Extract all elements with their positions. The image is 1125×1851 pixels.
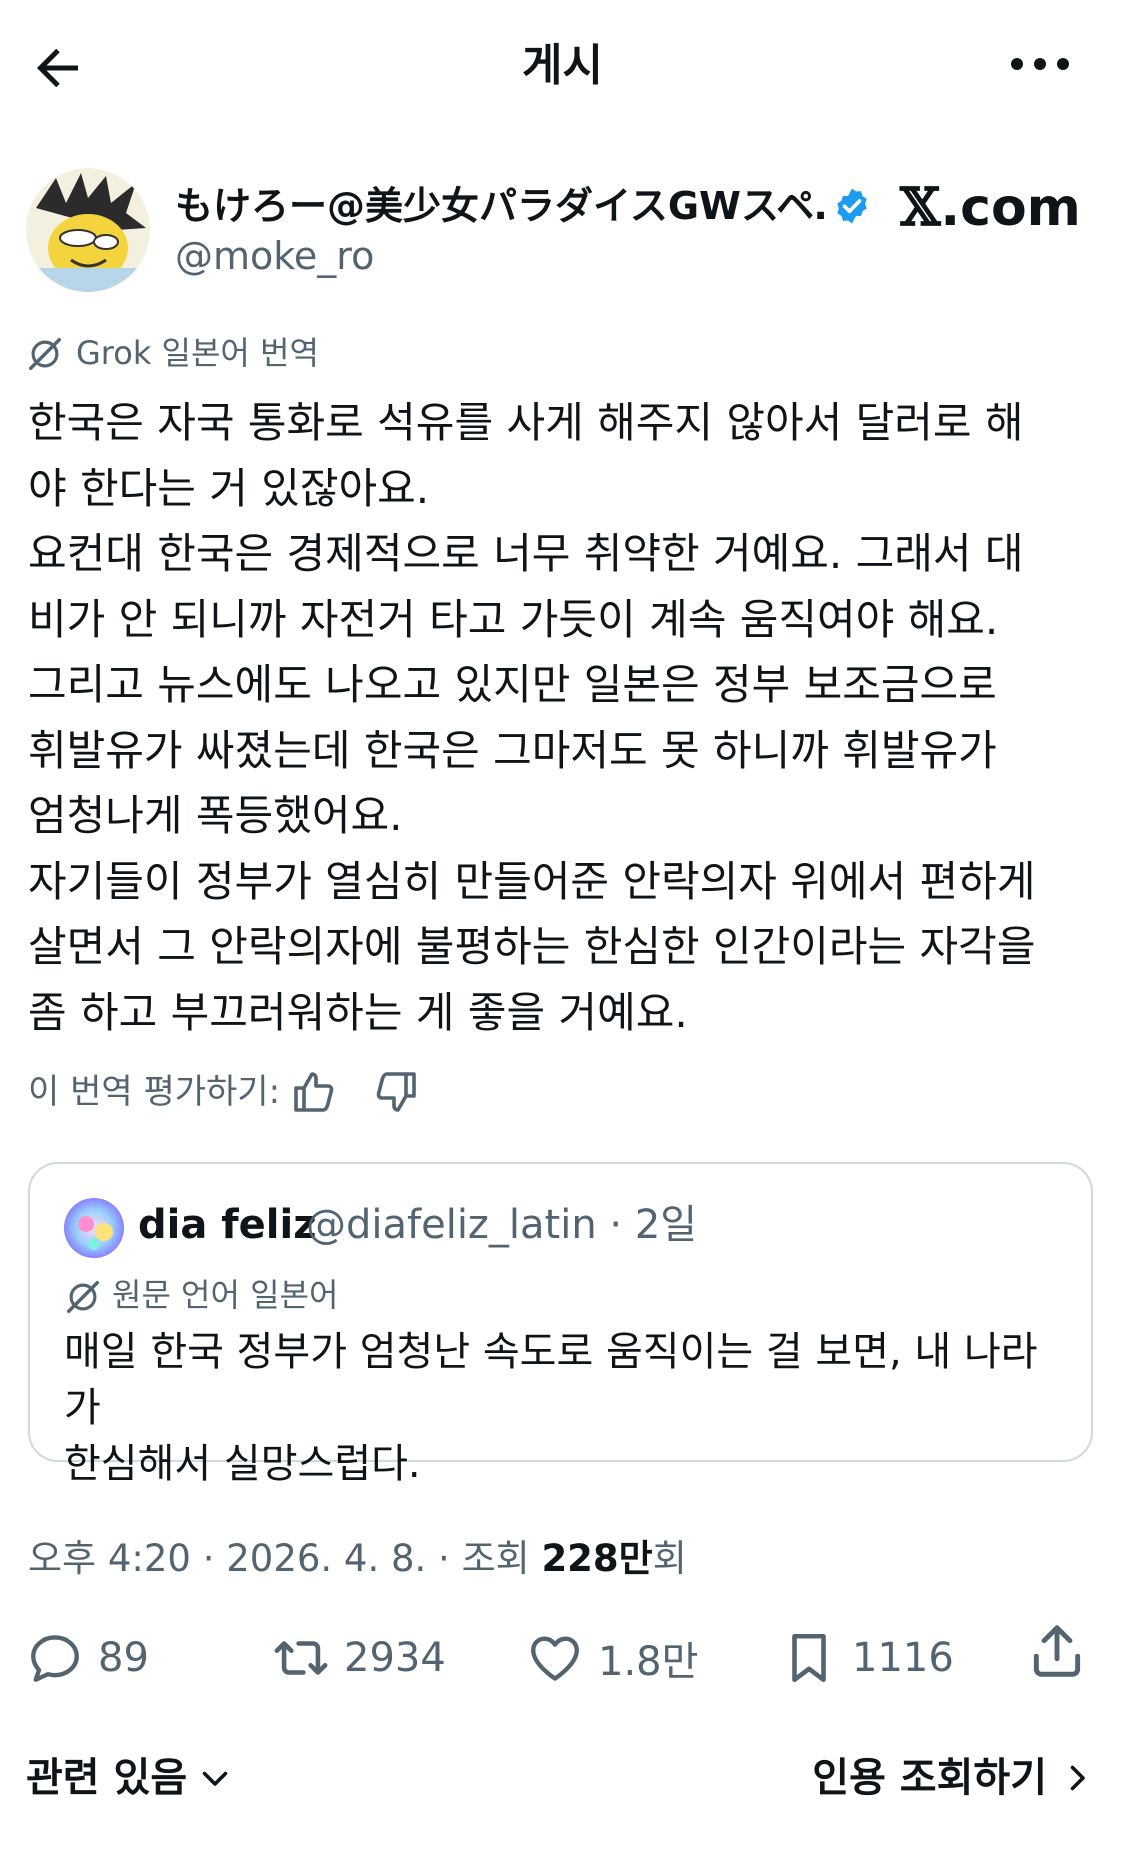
reply-button[interactable]: 89 <box>26 1628 149 1688</box>
meta-separator: · <box>426 1537 462 1580</box>
quoted-post-text: 매일 한국 정부가 엄청난 속도로 움직이는 걸 보면, 내 나라가 한심해서 … <box>64 1329 1038 1487</box>
bookmark-icon <box>792 1633 826 1683</box>
post-text: 한국은 자국 통화로 석유를 사게 해주지 않아서 달러로 해 야 한다는 거 … <box>28 390 1108 1045</box>
reply-icon <box>31 1635 79 1682</box>
translation-label: Grok 일본어 번역 <box>76 334 319 372</box>
author-avatar[interactable] <box>26 168 150 292</box>
grok-icon <box>29 338 61 370</box>
heart-icon <box>531 1636 579 1681</box>
quoted-author-avatar[interactable] <box>64 1198 124 1258</box>
view-quotes-link[interactable]: 인용 조회하기 <box>812 1750 1095 1806</box>
retweet-count: 2934 <box>344 1635 446 1681</box>
x-logo-mark: 𝕏 <box>900 177 941 238</box>
page-title: 게시 <box>522 40 603 91</box>
retweet-button[interactable]: 2934 <box>272 1628 446 1688</box>
share-icon[interactable] <box>1026 1620 1088 1682</box>
chevron-down-icon <box>202 1771 228 1786</box>
like-button[interactable]: 1.8만 <box>526 1628 698 1688</box>
grok-icon <box>67 1281 99 1313</box>
views-prefix: 조회 <box>461 1537 542 1580</box>
views-count: 228만 <box>541 1537 653 1580</box>
quoted-author-name[interactable]: dia feliz <box>138 1198 317 1252</box>
bookmark-button[interactable]: 1116 <box>780 1628 954 1688</box>
post-paragraph: 요컨대 한국은 경제적으로 너무 취약한 거예요. 그래서 대 비가 안 되니까… <box>28 529 1024 644</box>
reply-count: 89 <box>98 1635 149 1681</box>
meta-separator: · <box>190 1537 227 1580</box>
quoted-translation-label: 원문 언어 일본어 <box>112 1276 339 1314</box>
more-options-icon[interactable] <box>1005 44 1075 84</box>
retweet-icon <box>274 1641 328 1675</box>
chevron-right-icon <box>1070 1765 1085 1791</box>
views-suffix: 회 <box>652 1537 687 1580</box>
quoted-post-card[interactable]: dia feliz @diafeliz_latin · 2일 원문 언어 일본어… <box>28 1162 1093 1487</box>
post-paragraph: 그리고 뉴스에도 나오고 있지만 일본은 정부 보조금으로 휘발유가 싸졌는데 … <box>28 660 997 840</box>
like-count: 1.8만 <box>598 1639 699 1685</box>
thumbs-down-icon[interactable] <box>372 1068 420 1116</box>
xcom-suffix: .com <box>940 178 1081 238</box>
quoted-author-meta: @diafeliz_latin · 2일 <box>306 1202 698 1248</box>
post-date: 2026. 4. 8. <box>226 1537 427 1580</box>
author-display-name[interactable]: もけろー@美少女パラダイスGWスペ… <box>175 182 825 230</box>
author-handle[interactable]: @moke_ro <box>175 232 374 280</box>
view-quotes-label: 인용 조회하기 <box>812 1755 1047 1801</box>
post-paragraph: 자기들이 정부가 열심히 만들어준 안락의자 위에서 편하게 살면서 그 안락의… <box>28 856 1036 1037</box>
thumbs-up-icon[interactable] <box>290 1068 338 1116</box>
rate-translation-label: 이 번역 평가하기: <box>28 1072 281 1112</box>
bookmark-count: 1116 <box>852 1635 954 1681</box>
post-time: 오후 4:20 <box>28 1537 191 1580</box>
post-timestamp-line: 오후 4:20 · 2026. 4. 8. · 조회 228만회 <box>28 1534 687 1584</box>
xcom-watermark: 𝕏.com <box>900 176 1081 240</box>
verified-badge-icon <box>837 188 867 224</box>
post-paragraph: 한국은 자국 통화로 석유를 사게 해주지 않아서 달러로 해 야 한다는 거 … <box>28 398 1024 513</box>
related-label: 관련 있음 <box>26 1755 188 1801</box>
related-dropdown[interactable]: 관련 있음 <box>26 1750 233 1806</box>
